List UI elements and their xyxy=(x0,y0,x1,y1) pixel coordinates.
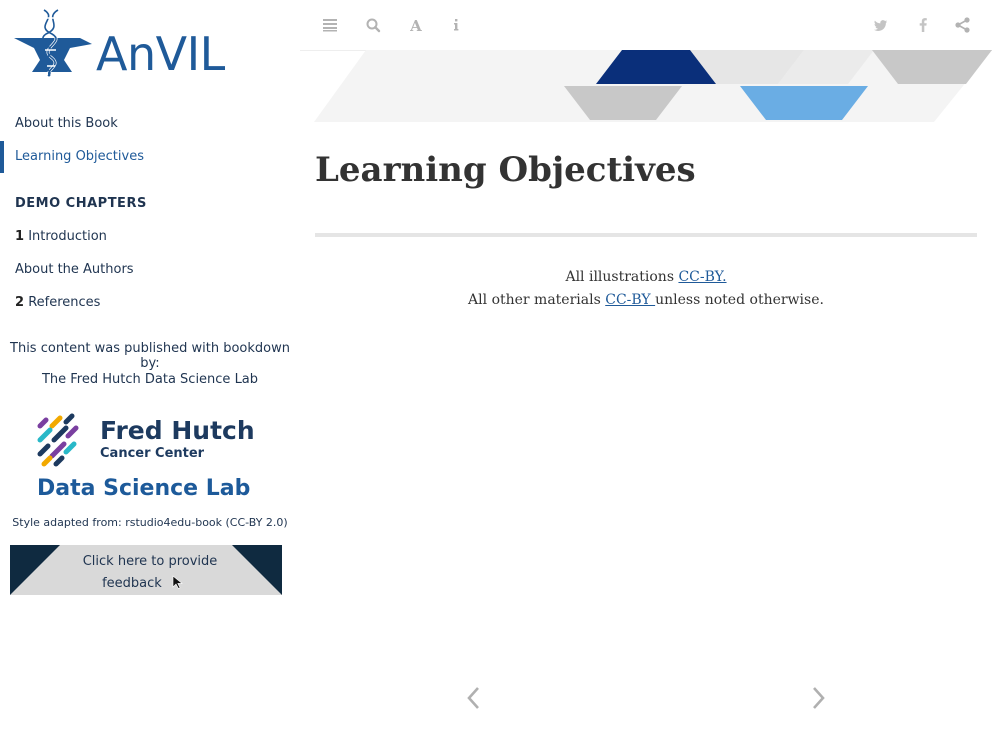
feedback-button[interactable]: Click here to provide feedback xyxy=(10,545,282,595)
sidebar-item-label: References xyxy=(28,295,101,310)
facebook-icon xyxy=(919,18,927,32)
feedback-line-1: Click here to provide xyxy=(82,554,218,569)
sidebar-item-label: Learning Objectives xyxy=(15,149,144,164)
license-line-1: All illustrations CC-BY. xyxy=(565,269,727,285)
license-notice: All illustrations CC-BY. All other mater… xyxy=(315,266,977,312)
toggle-sidebar-button[interactable] xyxy=(319,14,341,36)
style-attribution[interactable]: Style adapted from: rstudio4edu-book (CC… xyxy=(0,516,300,529)
brand-name: AnVIL xyxy=(96,27,225,81)
chevron-right-icon xyxy=(813,687,825,709)
sidebar-item-about-book[interactable]: About this Book xyxy=(0,108,300,140)
font-settings-button[interactable]: A xyxy=(405,14,427,36)
book-header-toolbar: A xyxy=(300,0,992,51)
sidebar-item-label: About this Book xyxy=(15,116,118,131)
data-science-lab-name: Data Science Lab xyxy=(37,476,251,501)
chapter-number: 1 xyxy=(15,229,25,244)
license-line-2: All other materials CC-BY unless noted o… xyxy=(468,292,824,308)
title-divider xyxy=(315,233,977,237)
twitter-icon xyxy=(874,20,887,31)
anvil-icon xyxy=(14,8,92,78)
fred-hutch-dots-icon xyxy=(37,413,79,467)
fred-hutch-subtitle: Cancer Center xyxy=(100,446,205,461)
svg-text:A: A xyxy=(409,17,422,35)
header-banner xyxy=(314,50,992,122)
sidebar-item-label: Introduction xyxy=(28,229,107,244)
info-button[interactable] xyxy=(445,14,467,36)
feedback-text: Click here to provide feedback xyxy=(70,551,230,595)
facebook-share-button[interactable] xyxy=(912,14,934,36)
menu-icon xyxy=(323,19,337,32)
sidebar-item-label: About the Authors xyxy=(15,262,134,277)
cc-by-materials-link[interactable]: CC-BY xyxy=(605,292,655,308)
sidebar-item-learning-objectives[interactable]: Learning Objectives xyxy=(0,141,300,173)
page-title: Learning Objectives xyxy=(315,150,696,190)
search-icon xyxy=(366,18,381,33)
fred-hutch-logo[interactable]: Fred Hutch Cancer Center Data Science La… xyxy=(36,412,255,504)
banner-graphic xyxy=(314,50,992,122)
sidebar-item-introduction[interactable]: 1 Introduction xyxy=(0,221,300,253)
published-by-text: This content was published with bookdown… xyxy=(10,341,290,371)
previous-page-button[interactable] xyxy=(464,684,484,712)
sidebar-item-about-authors[interactable]: About the Authors xyxy=(0,254,300,286)
cc-by-illustrations-link[interactable]: CC-BY. xyxy=(678,269,726,285)
feedback-corner-right xyxy=(232,545,282,595)
sidebar: AnVIL About this Book Learning Objective… xyxy=(0,0,300,744)
chapter-number: 2 xyxy=(15,295,25,310)
share-button[interactable] xyxy=(952,14,974,36)
feedback-line-2: feedback xyxy=(56,573,230,595)
info-icon xyxy=(454,19,459,31)
sidebar-item-references[interactable]: 2 References xyxy=(0,287,300,319)
anvil-logo[interactable]: AnVIL xyxy=(14,8,244,78)
feedback-corner-left xyxy=(10,545,60,595)
next-page-button[interactable] xyxy=(808,684,828,712)
search-button[interactable] xyxy=(362,14,384,36)
twitter-share-button[interactable] xyxy=(870,14,892,36)
chevron-left-icon xyxy=(467,687,479,709)
section-header: DEMO CHAPTERS xyxy=(15,196,147,211)
publisher-link[interactable]: The Fred Hutch Data Science Lab xyxy=(0,372,300,387)
fred-hutch-name: Fred Hutch xyxy=(100,416,255,445)
cursor-icon xyxy=(172,575,183,589)
font-icon: A xyxy=(409,17,422,35)
share-icon xyxy=(955,17,970,33)
